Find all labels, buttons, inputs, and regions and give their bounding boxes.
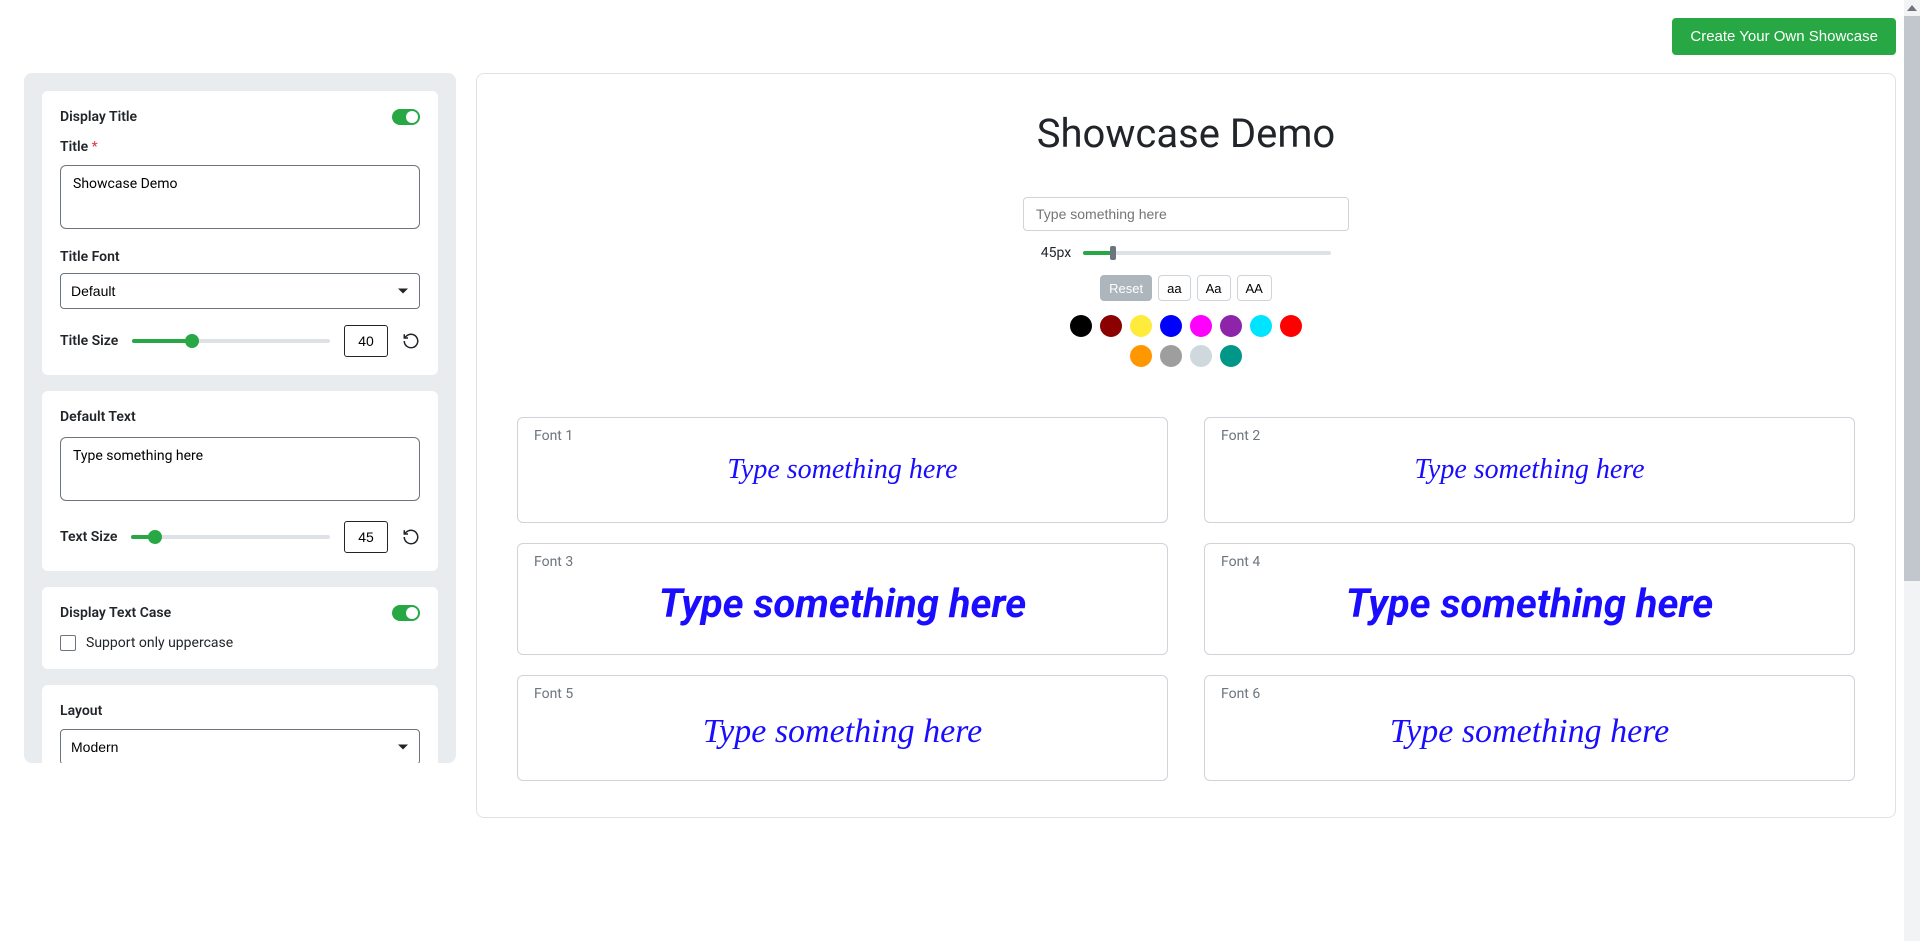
title-size-input[interactable] bbox=[344, 325, 388, 357]
support-uppercase-label: Support only uppercase bbox=[86, 635, 233, 651]
support-uppercase-checkbox[interactable] bbox=[60, 635, 76, 651]
font-card[interactable]: Font 1 Type something here bbox=[517, 417, 1168, 523]
scroll-up-icon bbox=[1904, 0, 1920, 16]
font-sample: Type something here bbox=[1221, 710, 1838, 754]
display-title-toggle[interactable] bbox=[392, 109, 420, 125]
font-grid: Font 1 Type something here Font 2 Type some… bbox=[517, 417, 1855, 781]
font-card-label: Font 6 bbox=[1221, 686, 1838, 702]
font-card-label: Font 1 bbox=[534, 428, 1151, 444]
text-size-label: Text Size bbox=[60, 529, 117, 545]
title-input[interactable] bbox=[60, 165, 420, 229]
preview-area: Showcase Demo 45px Reset aa Aa AA Fon bbox=[476, 73, 1896, 818]
create-showcase-button[interactable]: Create Your Own Showcase bbox=[1672, 18, 1896, 55]
layout-label: Layout bbox=[60, 703, 420, 719]
color-palette bbox=[1070, 315, 1302, 367]
page-scrollbar[interactable] bbox=[1904, 0, 1920, 941]
color-swatch[interactable] bbox=[1250, 315, 1272, 337]
color-swatch[interactable] bbox=[1190, 345, 1212, 367]
font-sample: Type something here bbox=[534, 710, 1151, 754]
color-swatch[interactable] bbox=[1130, 345, 1152, 367]
color-swatch[interactable] bbox=[1160, 315, 1182, 337]
font-card-label: Font 5 bbox=[534, 686, 1151, 702]
font-sample: Type something here bbox=[534, 452, 1151, 488]
panel-title: Display Title Title * Title Font Default… bbox=[42, 91, 438, 375]
font-sample: Type something here bbox=[534, 578, 1151, 630]
font-card[interactable]: Font 4 Type something here bbox=[1204, 543, 1855, 655]
display-text-case-toggle[interactable] bbox=[392, 605, 420, 621]
display-text-case-label: Display Text Case bbox=[60, 605, 171, 621]
default-text-input[interactable] bbox=[60, 437, 420, 501]
preview-controls: 45px Reset aa Aa AA bbox=[517, 197, 1855, 367]
font-card-label: Font 3 bbox=[534, 554, 1151, 570]
case-AA-button[interactable]: AA bbox=[1237, 275, 1272, 301]
title-label: Title bbox=[60, 139, 88, 155]
panel-default-text: Default Text Text Size bbox=[42, 391, 438, 571]
reset-icon[interactable] bbox=[402, 332, 420, 350]
color-swatch[interactable] bbox=[1070, 315, 1092, 337]
case-reset-button[interactable]: Reset bbox=[1100, 275, 1152, 301]
color-swatch[interactable] bbox=[1220, 345, 1242, 367]
case-Aa-button[interactable]: Aa bbox=[1197, 275, 1231, 301]
main-layout: Display Title Title * Title Font Default… bbox=[0, 55, 1920, 836]
text-size-input[interactable] bbox=[344, 521, 388, 553]
reset-icon[interactable] bbox=[402, 528, 420, 546]
title-font-select[interactable]: Default bbox=[60, 273, 420, 309]
required-indicator: * bbox=[92, 139, 98, 155]
font-card[interactable]: Font 6 Type something here bbox=[1204, 675, 1855, 781]
case-aa-button[interactable]: aa bbox=[1158, 275, 1190, 301]
title-size-slider[interactable] bbox=[132, 339, 330, 343]
color-swatch[interactable] bbox=[1130, 315, 1152, 337]
color-swatch[interactable] bbox=[1190, 315, 1212, 337]
top-bar: Create Your Own Showcase bbox=[0, 0, 1920, 55]
font-sample: Type something here bbox=[1221, 578, 1838, 630]
panel-layout: Layout Modern Theme bbox=[42, 685, 438, 763]
font-card-label: Font 4 bbox=[1221, 554, 1838, 570]
display-title-label: Display Title bbox=[60, 109, 137, 125]
color-swatch[interactable] bbox=[1160, 345, 1182, 367]
preview-text-input[interactable] bbox=[1023, 197, 1349, 231]
px-size-label: 45px bbox=[1041, 245, 1071, 261]
layout-select[interactable]: Modern bbox=[60, 729, 420, 763]
case-buttons: Reset aa Aa AA bbox=[1100, 275, 1272, 301]
font-card[interactable]: Font 5 Type something here bbox=[517, 675, 1168, 781]
color-swatch[interactable] bbox=[1100, 315, 1122, 337]
px-size-slider[interactable] bbox=[1083, 251, 1331, 255]
font-sample: Type something here bbox=[1221, 452, 1838, 488]
default-text-label: Default Text bbox=[60, 409, 420, 425]
font-card[interactable]: Font 2 Type something here bbox=[1204, 417, 1855, 523]
font-card-label: Font 2 bbox=[1221, 428, 1838, 444]
panel-text-case: Display Text Case Support only uppercase bbox=[42, 587, 438, 669]
title-size-label: Title Size bbox=[60, 333, 118, 349]
sidebar: Display Title Title * Title Font Default… bbox=[24, 73, 456, 763]
scroll-thumb[interactable] bbox=[1904, 16, 1920, 581]
font-card[interactable]: Font 3 Type something here bbox=[517, 543, 1168, 655]
preview-title: Showcase Demo bbox=[517, 110, 1855, 157]
color-swatch[interactable] bbox=[1280, 315, 1302, 337]
title-font-label: Title Font bbox=[60, 249, 420, 265]
color-swatch[interactable] bbox=[1220, 315, 1242, 337]
text-size-slider[interactable] bbox=[131, 535, 330, 539]
